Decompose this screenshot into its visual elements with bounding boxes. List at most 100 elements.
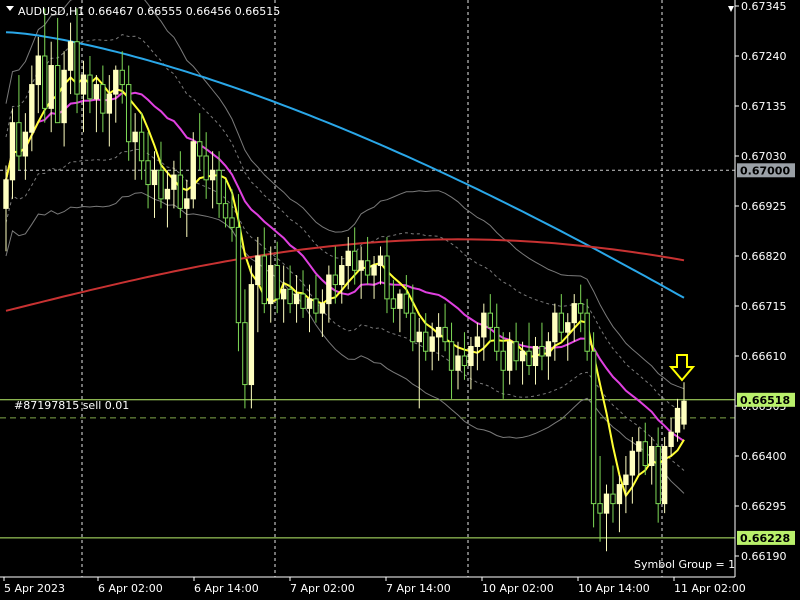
x-tick-label: 10 Apr 02:00 xyxy=(482,582,554,595)
candle-body xyxy=(571,303,577,324)
candle-body xyxy=(358,260,364,271)
candle-body xyxy=(332,274,339,286)
candle-body xyxy=(255,255,261,286)
candle-body xyxy=(268,265,274,305)
candle-body xyxy=(397,293,403,309)
y-tick-label: 0.67135 xyxy=(741,100,787,113)
candle-body xyxy=(42,55,48,109)
x-tick-label: 10 Apr 14:00 xyxy=(578,582,650,595)
candle-body xyxy=(184,198,190,209)
candle-body xyxy=(190,141,196,200)
candle-body xyxy=(313,298,319,314)
candle-body xyxy=(526,350,532,367)
candle-body xyxy=(306,298,313,309)
x-tick-label: 5 Apr 2023 xyxy=(4,582,65,595)
candle-body xyxy=(3,179,9,209)
candle-body xyxy=(287,288,293,305)
candle-body xyxy=(300,293,306,309)
candle-body xyxy=(649,445,655,467)
symbol-title: AUDUSD,H1 0.66467 0.66555 0.66456 0.6651… xyxy=(18,5,280,18)
candle-body xyxy=(539,345,545,357)
y-tick-label: 0.66190 xyxy=(741,550,787,563)
candle-body xyxy=(74,41,80,95)
candle-body xyxy=(54,65,61,124)
candle-body xyxy=(442,326,448,343)
y-tick-label: 0.67240 xyxy=(741,50,787,63)
candle-body xyxy=(481,312,487,338)
symbol-group-label: Symbol Group = 1 xyxy=(634,558,735,571)
candle-body xyxy=(29,84,35,133)
candle-body xyxy=(500,350,506,371)
x-tick-label: 7 Apr 02:00 xyxy=(290,582,355,595)
candle-body xyxy=(171,174,177,190)
y-tick-label: 0.66400 xyxy=(741,450,787,463)
candle-body xyxy=(293,293,300,305)
candle-body xyxy=(345,250,351,267)
x-tick-label: 11 Apr 02:00 xyxy=(674,582,746,595)
candle-body xyxy=(145,160,151,186)
candle-body xyxy=(410,312,416,343)
price-tag-value: 0.66228 xyxy=(740,532,790,545)
candle-body xyxy=(100,84,106,114)
candle-body xyxy=(448,341,455,371)
candle-body xyxy=(590,350,597,505)
candle-body xyxy=(623,474,629,486)
candle-body xyxy=(209,169,216,181)
candle-body xyxy=(274,265,280,300)
candle-body xyxy=(494,326,500,352)
candle-body xyxy=(552,312,558,343)
candle-body xyxy=(661,445,668,505)
candle-body xyxy=(222,203,229,219)
candle-body xyxy=(468,345,474,367)
candle-body xyxy=(642,441,648,467)
candle-body xyxy=(474,336,481,347)
candle-body xyxy=(603,493,610,514)
candle-body xyxy=(138,131,145,162)
candle-body xyxy=(565,322,571,333)
candle-body xyxy=(455,355,461,371)
order-label[interactable]: #87197815 sell 0.01 xyxy=(14,399,129,412)
candle-body xyxy=(67,41,74,71)
candle-body xyxy=(203,155,209,181)
candle-body xyxy=(229,217,235,228)
candle-body xyxy=(545,341,552,357)
candle-body xyxy=(519,350,526,362)
x-tick-label: 6 Apr 02:00 xyxy=(98,582,163,595)
candle-body xyxy=(461,355,468,367)
y-tick-label: 0.66925 xyxy=(741,200,787,213)
candle-body xyxy=(636,441,642,452)
candle-body xyxy=(132,131,138,143)
candle-body xyxy=(351,250,358,271)
candle-body xyxy=(371,265,377,276)
candle-body xyxy=(487,312,493,328)
candle-body xyxy=(248,284,255,386)
candle-body xyxy=(164,188,171,200)
candle-body xyxy=(377,255,384,267)
price-tag-value: 0.67000 xyxy=(740,164,790,177)
candle-body xyxy=(506,341,513,371)
candle-body xyxy=(319,303,326,314)
candle-body xyxy=(558,312,565,333)
y-tick-label: 0.66820 xyxy=(741,250,787,263)
x-tick-label: 7 Apr 14:00 xyxy=(386,582,451,595)
price-chart[interactable]: 0.67345 0.67240 0.67135 0.67030 0.66925 0.668… xyxy=(0,0,800,600)
candle-body xyxy=(80,74,87,95)
y-tick-label: 0.67030 xyxy=(741,150,787,163)
candle-body xyxy=(35,55,41,86)
y-tick-label: 0.66610 xyxy=(741,350,787,363)
candle-body xyxy=(423,331,429,352)
candle-body xyxy=(326,274,332,305)
candle-body xyxy=(113,69,119,95)
candle-body xyxy=(584,312,590,352)
candle-body xyxy=(106,93,113,114)
candle-body xyxy=(9,122,16,181)
candle-body xyxy=(93,84,100,100)
candle-body xyxy=(151,169,158,186)
candle-body xyxy=(364,260,371,276)
candle-body xyxy=(16,122,22,157)
candle-body xyxy=(513,341,519,362)
candle-body xyxy=(235,226,242,324)
candle-body xyxy=(681,400,687,425)
candle-body xyxy=(403,293,410,314)
candle-body xyxy=(119,69,125,86)
